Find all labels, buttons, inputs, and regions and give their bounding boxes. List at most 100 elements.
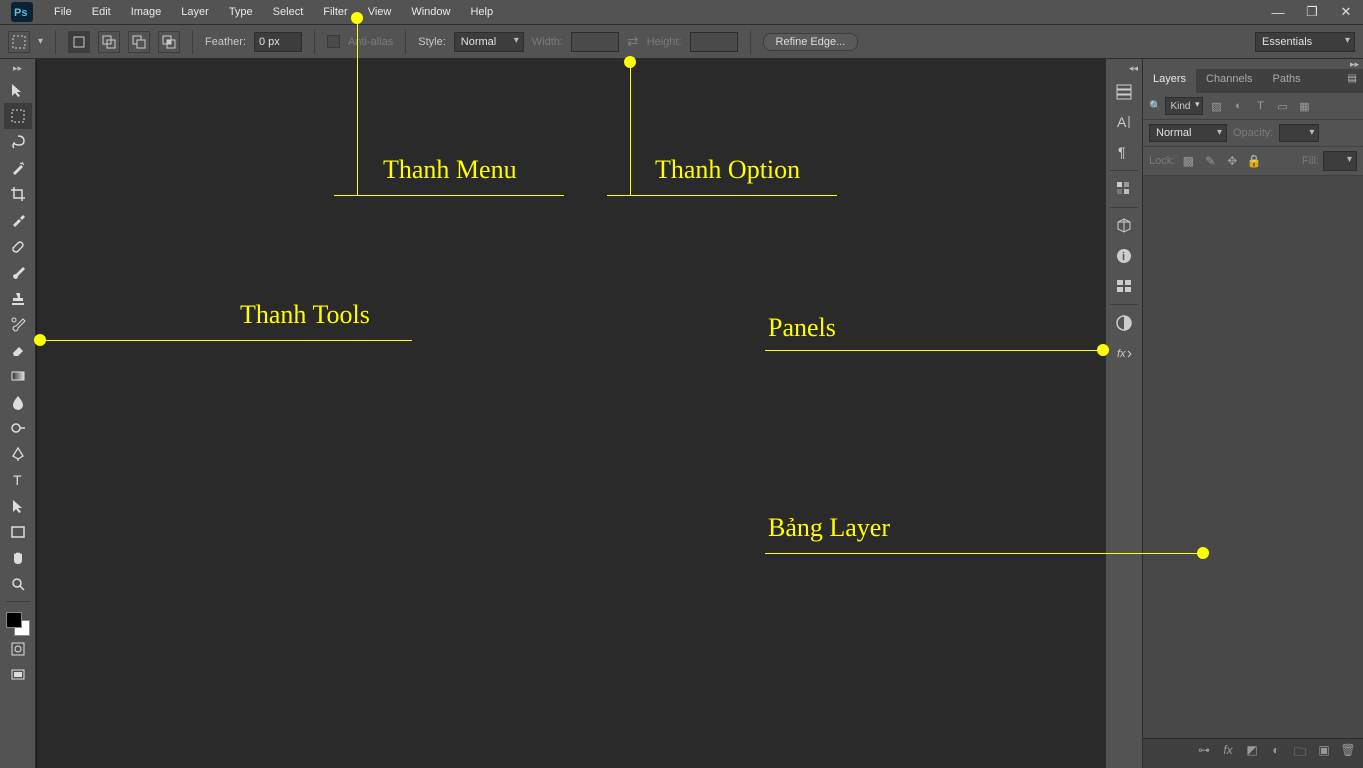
path-select-tool-icon[interactable] [4,493,32,519]
stamp-tool-icon[interactable] [4,285,32,311]
panel-menu-icon[interactable]: ▤ [1342,69,1363,93]
selection-intersect-icon[interactable] [158,31,180,53]
tab-paths[interactable]: Paths [1263,69,1311,93]
hand-tool-icon[interactable] [4,545,32,571]
filter-type-icon[interactable]: T [1251,97,1269,115]
lock-position-icon[interactable]: ✥ [1223,152,1241,170]
refine-edge-button[interactable]: Refine Edge... [763,33,859,51]
character-panel-icon[interactable]: A [1109,107,1139,137]
properties-panel-icon[interactable] [1109,271,1139,301]
lock-all-icon[interactable]: 🔒 [1245,152,1263,170]
menu-image[interactable]: Image [121,2,172,22]
app-logo: Ps [8,2,36,22]
style-dropdown[interactable]: Normal [454,32,524,52]
selection-subtract-icon[interactable] [128,31,150,53]
swatches-panel-icon[interactable] [1109,174,1139,204]
paragraph-panel-icon[interactable]: ¶ [1109,137,1139,167]
height-input[interactable] [690,32,738,52]
tab-channels[interactable]: Channels [1196,69,1262,93]
height-label: Height: [647,36,682,48]
layer-mask-icon[interactable]: ◩ [1243,743,1261,764]
menu-edit[interactable]: Edit [82,2,121,22]
selection-new-icon[interactable] [68,31,90,53]
active-tool-icon[interactable] [8,31,30,53]
layer-adjust-icon[interactable]: ◐ [1267,743,1285,764]
tab-layers[interactable]: Layers [1143,69,1196,93]
menu-help[interactable]: Help [460,2,503,22]
blur-tool-icon[interactable] [4,389,32,415]
color-swatch[interactable] [6,612,30,636]
annotation-line [334,195,564,196]
pen-tool-icon[interactable] [4,441,32,467]
filter-smart-icon[interactable]: ▦ [1295,97,1313,115]
window-close-icon[interactable]: ✕ [1329,1,1363,23]
width-label: Width: [532,36,563,48]
annotation-dot [1197,547,1209,559]
menu-layer[interactable]: Layer [171,2,219,22]
layers-collapse-icon[interactable]: ▸▸ [1143,59,1363,69]
history-brush-tool-icon[interactable] [4,311,32,337]
history-panel-icon[interactable] [1109,77,1139,107]
dock-collapse-icon[interactable]: ◂◂ [1106,63,1142,73]
separator [314,30,315,54]
foreground-color-swatch[interactable] [6,612,22,628]
document-canvas[interactable] [36,59,1105,768]
crop-tool-icon[interactable] [4,181,32,207]
menu-select[interactable]: Select [263,2,314,22]
opacity-input[interactable] [1279,124,1319,142]
info-panel-icon[interactable]: i [1109,241,1139,271]
healing-tool-icon[interactable] [4,233,32,259]
window-restore-icon[interactable]: ❐ [1295,1,1329,23]
filter-adjust-icon[interactable]: ◐ [1229,97,1247,115]
menu-window[interactable]: Window [401,2,460,22]
annotation-dot [624,56,636,68]
dodge-tool-icon[interactable] [4,415,32,441]
tool-preset-dropdown-icon[interactable]: ▾ [38,36,43,47]
filter-shape-icon[interactable]: ▭ [1273,97,1291,115]
marquee-tool-icon[interactable] [4,103,32,129]
zoom-tool-icon[interactable] [4,571,32,597]
feather-input[interactable] [254,32,302,52]
swap-dimensions-icon[interactable]: ⇄ [627,33,639,50]
brush-tool-icon[interactable] [4,259,32,285]
menu-file[interactable]: File [44,2,82,22]
quickmask-tool-icon[interactable] [4,636,32,662]
annotation-line [765,350,1103,351]
layer-group-icon[interactable]: 🗀 [1291,743,1309,764]
layer-new-icon[interactable]: ▣ [1315,743,1333,764]
filter-kind-dropdown[interactable]: Kind [1165,97,1203,115]
selection-add-icon[interactable] [98,31,120,53]
lasso-tool-icon[interactable] [4,129,32,155]
eyedropper-tool-icon[interactable] [4,207,32,233]
move-tool-icon[interactable] [4,77,32,103]
wand-tool-icon[interactable] [4,155,32,181]
menu-view[interactable]: View [358,2,402,22]
workspace-dropdown[interactable]: Essentials [1255,32,1355,52]
annotation-menu-label: Thanh Menu [383,155,517,185]
antialias-checkbox[interactable] [327,35,340,48]
fill-input[interactable] [1323,151,1357,171]
layer-list[interactable] [1143,176,1363,738]
window-minimize-icon[interactable]: — [1261,1,1295,23]
layer-link-icon[interactable]: ⊶ [1195,743,1213,764]
styles-panel-icon[interactable]: fx [1109,338,1139,368]
annotation-option-label: Thanh Option [655,155,800,185]
3d-panel-icon[interactable] [1109,211,1139,241]
separator [192,30,193,54]
menu-type[interactable]: Type [219,2,263,22]
width-input[interactable] [571,32,619,52]
shape-tool-icon[interactable] [4,519,32,545]
eraser-tool-icon[interactable] [4,337,32,363]
lock-pixels-icon[interactable]: ✎ [1201,152,1219,170]
filter-pixel-icon[interactable]: ▧ [1207,97,1225,115]
screenmode-tool-icon[interactable] [4,662,32,688]
tools-collapse-icon[interactable]: ▸▸ [0,63,35,73]
layer-fx-icon[interactable]: fx [1219,743,1237,764]
annotation-panels-label: Panels [768,313,836,343]
gradient-tool-icon[interactable] [4,363,32,389]
blend-mode-dropdown[interactable]: Normal [1149,124,1227,142]
layer-delete-icon[interactable]: 🗑 [1339,743,1357,764]
lock-transparent-icon[interactable]: ▩ [1179,152,1197,170]
type-tool-icon[interactable]: T [4,467,32,493]
adjustments-panel-icon[interactable] [1109,308,1139,338]
